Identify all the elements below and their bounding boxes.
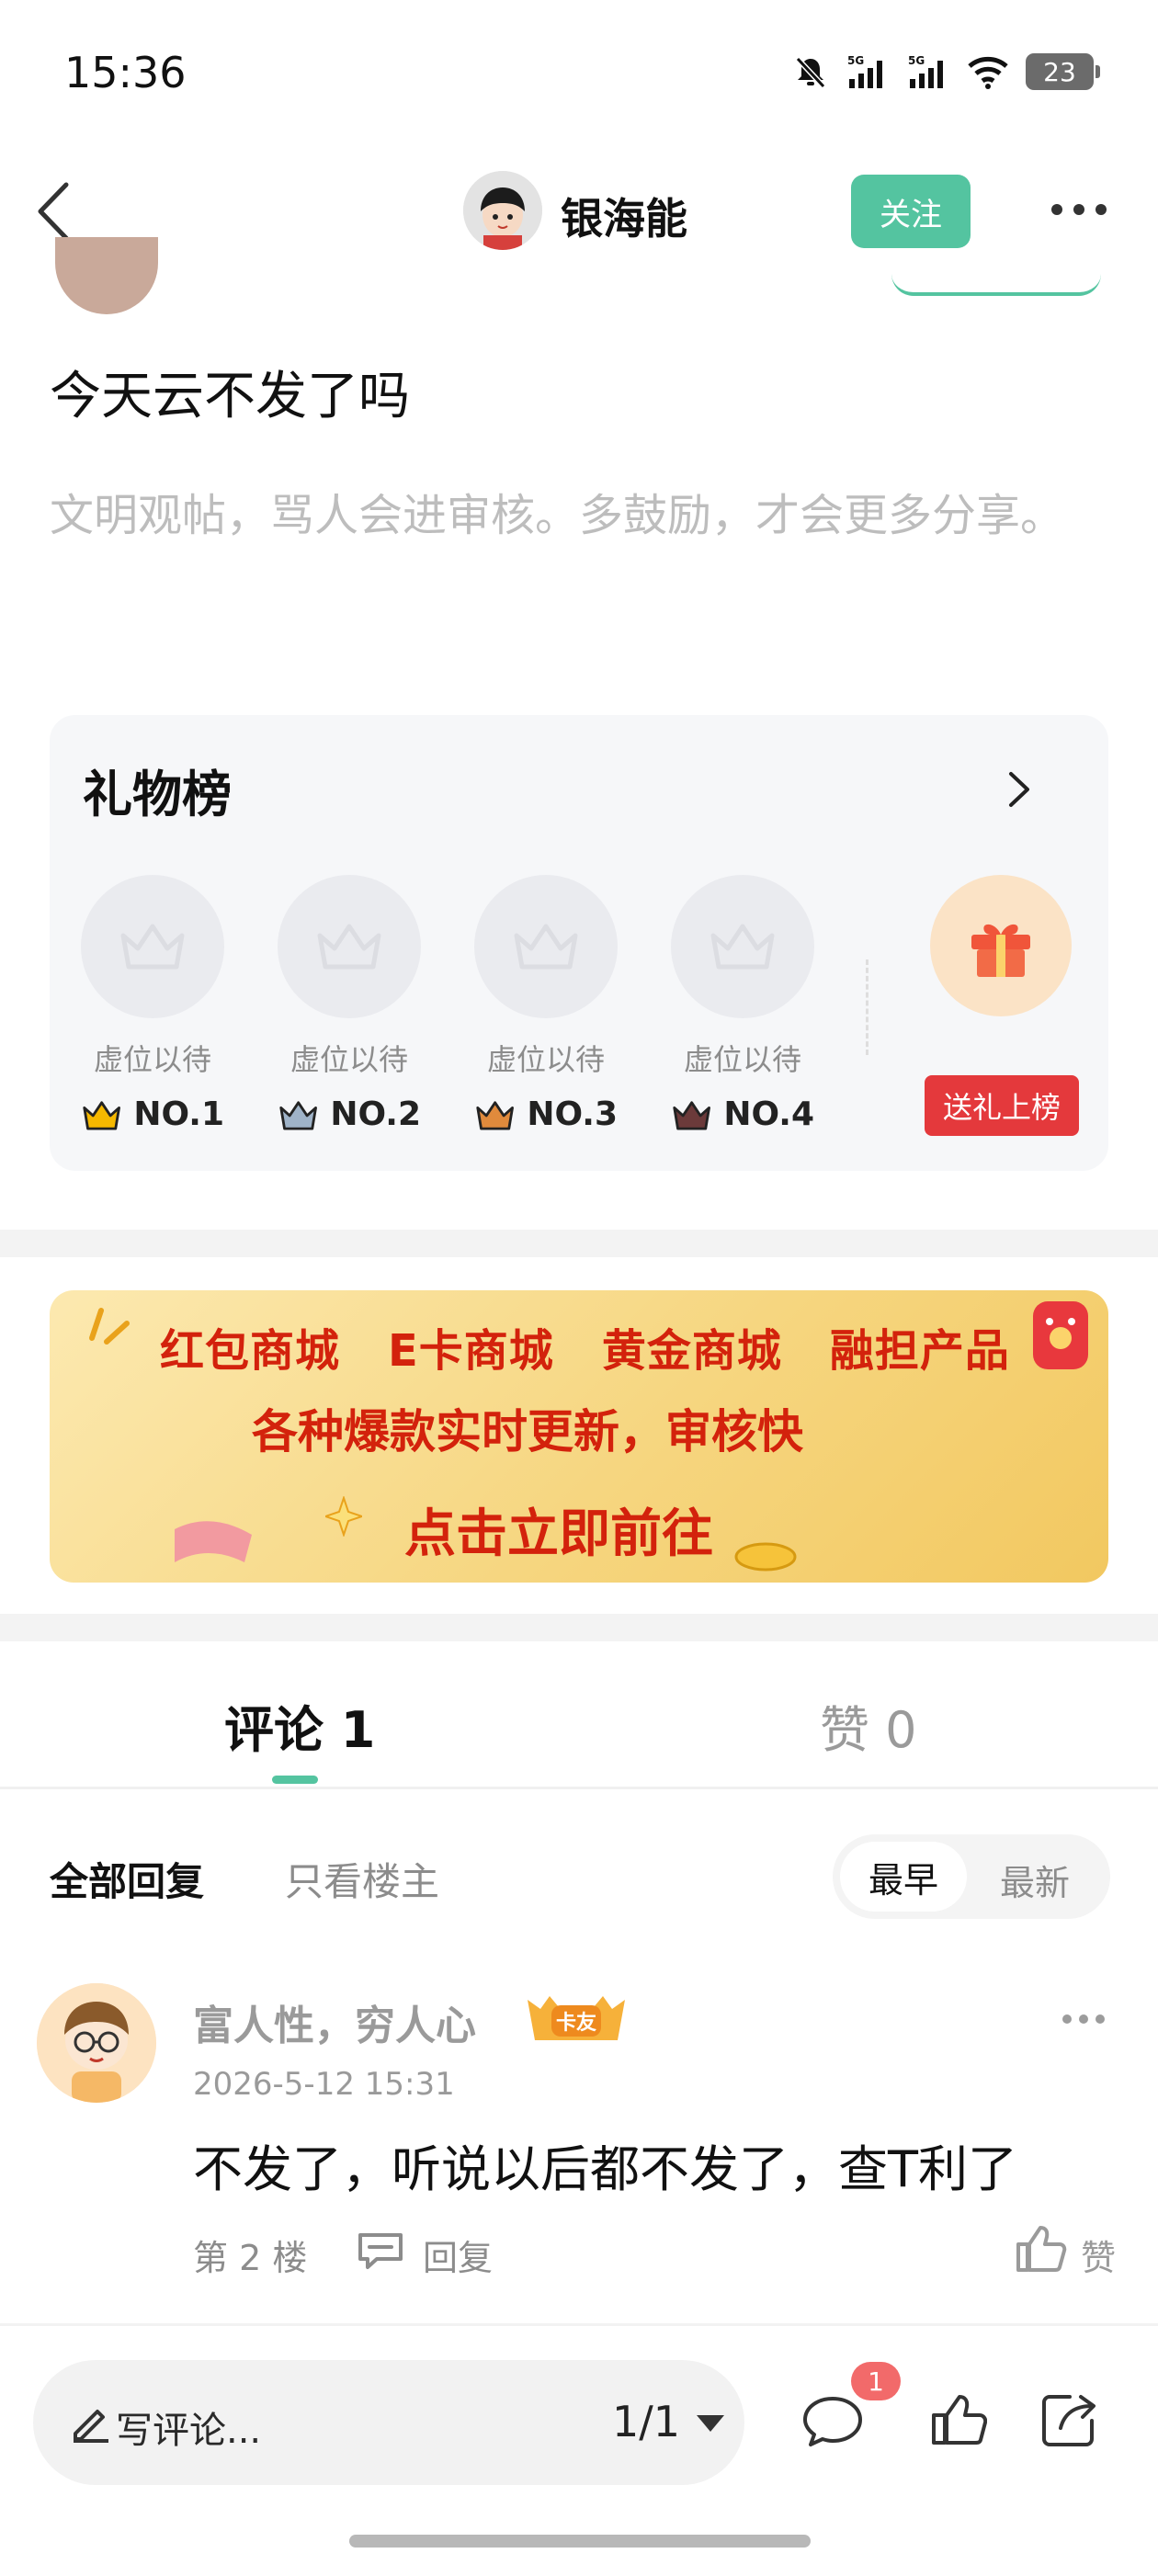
gift-slot-rank: NO.3: [527, 1095, 618, 1133]
thumbs-up-icon[interactable]: [928, 2389, 987, 2448]
send-gift-button[interactable]: 送礼上榜: [925, 1075, 1079, 1136]
page-indicator[interactable]: 1/1: [612, 2397, 680, 2446]
gift-slot-3[interactable]: 虚位以待 NO.3: [474, 875, 618, 1133]
wifi-icon: [968, 56, 1008, 89]
banner-category: 黄金商城: [601, 1325, 782, 1377]
commenter-name[interactable]: 富人性，穷人心: [193, 1992, 476, 2051]
sparkle-lines-icon: [89, 1308, 130, 1345]
status-icons: 5G 5G 23: [792, 53, 1100, 90]
network-label: 5G: [847, 54, 864, 67]
gift-slot-label: 虚位以待: [290, 1042, 408, 1077]
empty-crown-icon: [671, 875, 814, 1018]
gift-slot-4[interactable]: 虚位以待 NO.4: [671, 875, 814, 1133]
signal-5g-icon: 5G: [847, 54, 882, 88]
promo-banner[interactable]: 红包商城 E卡商城 黄金商城 融担产品 各种爆款实时更新，审核快 点击立即前往: [50, 1290, 1108, 1583]
comment-floor: 第 2 楼: [193, 2238, 308, 2278]
tab-comments[interactable]: 评论 1: [224, 1689, 375, 1762]
back-arrow-icon[interactable]: [33, 179, 79, 244]
tab-likes[interactable]: 赞 0: [820, 1689, 917, 1762]
empty-crown-icon: [474, 875, 618, 1018]
banner-category: 融担产品: [829, 1325, 1010, 1377]
coin-icon: [734, 1542, 797, 1572]
caret-down-icon[interactable]: [695, 2411, 726, 2435]
red-envelope-mascot-icon: [1033, 1301, 1088, 1369]
pencil-icon: [74, 2410, 108, 2443]
follow-button[interactable]: 关注: [851, 175, 971, 248]
gift-slot-rank: NO.2: [330, 1095, 421, 1133]
status-time: 15:36: [64, 48, 187, 97]
crown-bronze-icon: [476, 1100, 514, 1130]
gift-board-title: 礼物榜: [83, 766, 232, 823]
gift-slot-2[interactable]: 虚位以待 NO.2: [278, 875, 421, 1133]
home-indicator[interactable]: [349, 2535, 811, 2548]
sort-earliest[interactable]: 最早: [840, 1842, 967, 1912]
gift-slot-rank: NO.4: [723, 1095, 814, 1133]
gift-divider: [866, 959, 868, 1055]
card-friend-badge-label: 卡友: [556, 2012, 596, 2035]
empty-crown-icon: [278, 875, 421, 1018]
commenter-avatar[interactable]: [37, 1983, 156, 2103]
crown-dark-icon: [673, 1100, 710, 1130]
comment-like-label[interactable]: 赞: [1081, 2230, 1116, 2280]
banner-category: E卡商城: [388, 1325, 554, 1377]
reply-icon[interactable]: [355, 2230, 406, 2272]
post-author-avatar[interactable]: [55, 237, 158, 314]
cartoon-face-icon: [463, 171, 542, 250]
crown-silver-icon: [279, 1100, 317, 1130]
section-separator: [0, 1614, 1158, 1641]
crown-gold-icon: [83, 1100, 120, 1130]
gift-slot-label: 虚位以待: [93, 1042, 211, 1077]
share-icon[interactable]: [1039, 2389, 1099, 2450]
banner-category: 红包商城: [160, 1325, 341, 1377]
card-friend-badge: 卡友: [528, 1996, 625, 2040]
comment-time: 2026-5-12 15:31: [193, 2066, 455, 2103]
banner-cta: 点击立即前往: [404, 1504, 713, 1564]
bell-muted-icon: [795, 56, 826, 89]
comment-more-icon[interactable]: [1062, 2014, 1105, 2024]
banner-subtitle: 各种爆款实时更新，审核快: [252, 1405, 803, 1458]
tab-divider: [0, 1787, 1158, 1789]
bill-icon: [175, 1521, 252, 1562]
author-avatar[interactable]: [463, 171, 542, 250]
battery-icon: 23: [1026, 53, 1100, 90]
gift-box-icon[interactable]: [930, 875, 1072, 1016]
gift-slot-1[interactable]: 虚位以待 NO.1: [81, 875, 224, 1133]
author-name[interactable]: 银海能: [561, 186, 687, 246]
network-label: 5G: [908, 54, 925, 67]
sort-newest[interactable]: 最新: [1000, 1855, 1070, 1905]
gift-slot-rank: NO.1: [133, 1095, 224, 1133]
comment-count-badge: 1: [851, 2362, 901, 2400]
thumbs-up-icon[interactable]: [1013, 2222, 1068, 2274]
tab-active-indicator: [272, 1776, 318, 1784]
empty-crown-icon: [81, 875, 224, 1018]
comment-bubble-icon[interactable]: [800, 2393, 866, 2450]
post-title: 今天云不发了吗: [50, 367, 410, 426]
cartoon-boy-icon: [37, 1983, 156, 2103]
comment-text: 不发了，听说以后都不发了，查T利了: [193, 2140, 1017, 2198]
gift-slot-label: 虚位以待: [486, 1042, 605, 1077]
compose-placeholder[interactable]: 写评论...: [116, 2400, 261, 2454]
gift-slot-label: 虚位以待: [683, 1042, 801, 1077]
section-separator: [0, 1230, 1158, 1257]
more-options-icon[interactable]: [1051, 204, 1107, 215]
post-hint: 文明观帖，骂人会进审核。多鼓励，才会更多分享。: [50, 490, 1065, 541]
signal-5g-icon: 5G: [908, 54, 943, 88]
filter-op-only[interactable]: 只看楼主: [285, 1851, 439, 1907]
filter-all-replies[interactable]: 全部回复: [50, 1851, 204, 1907]
star-sparkle-icon: [325, 1496, 362, 1537]
post-follow-button[interactable]: [891, 246, 1101, 296]
reply-button[interactable]: 回复: [423, 2230, 493, 2280]
chevron-right-icon[interactable]: [1002, 766, 1035, 812]
